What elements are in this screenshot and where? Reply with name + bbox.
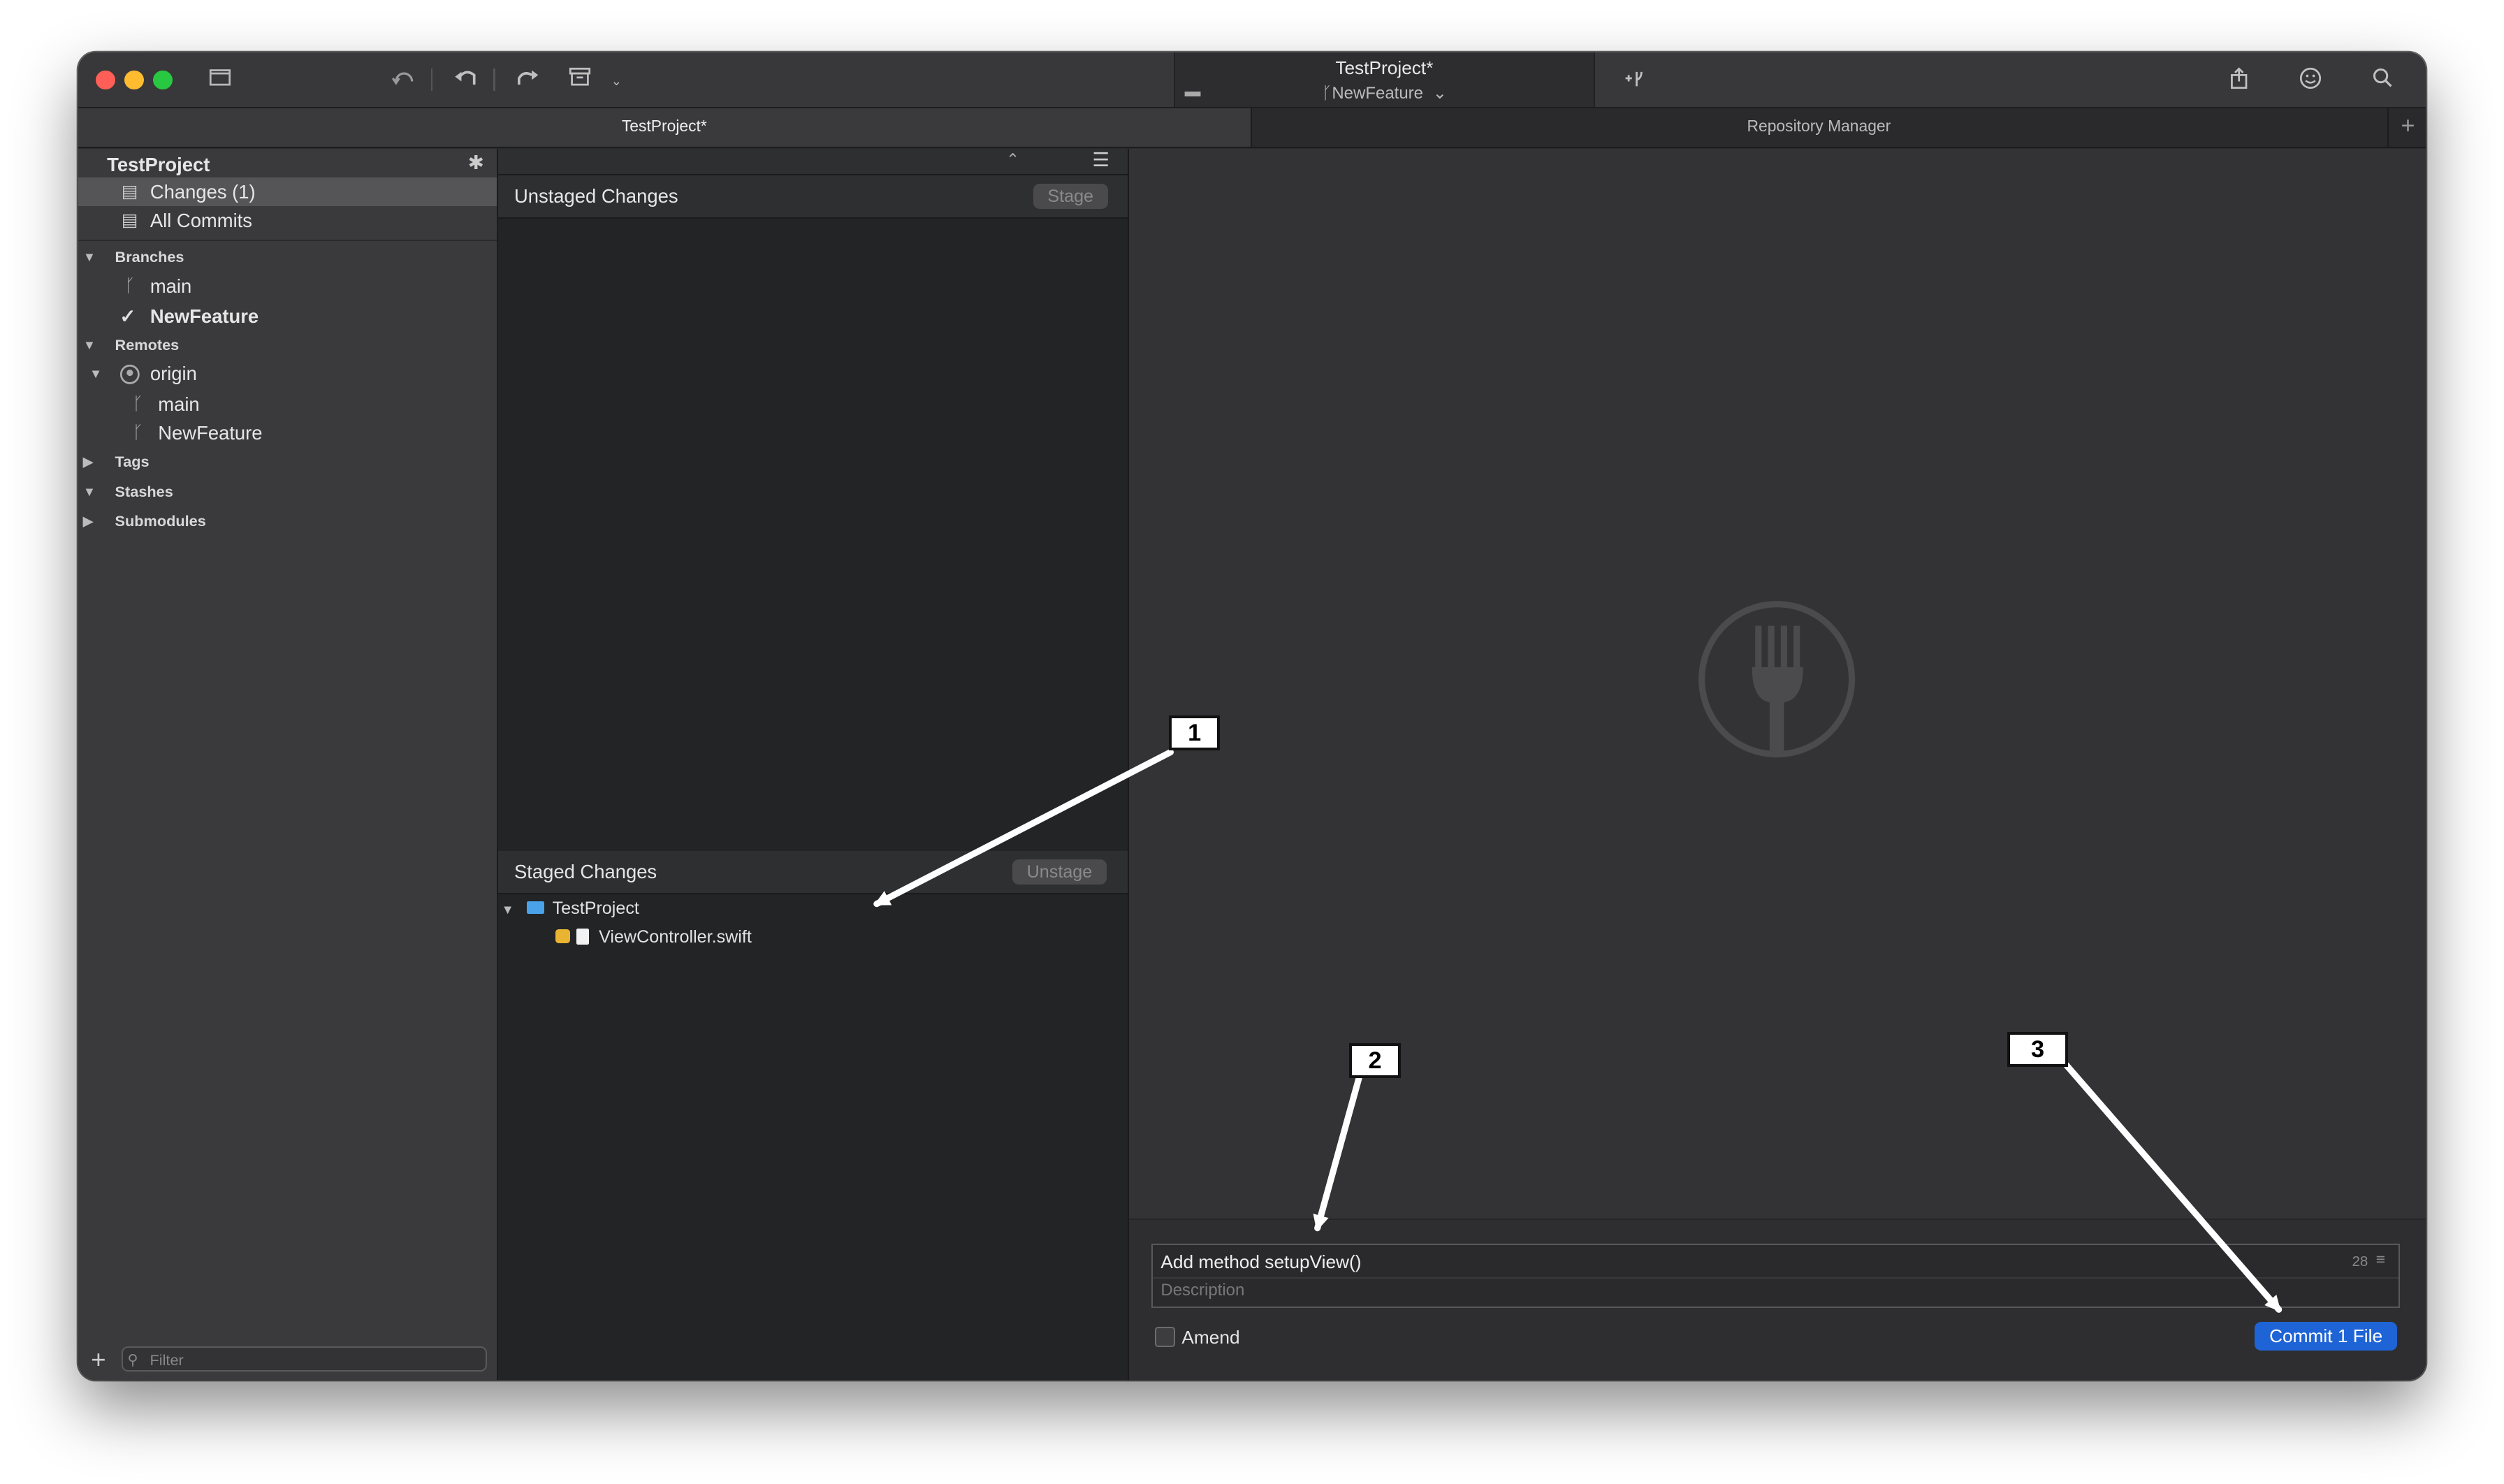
commit-area: Add method setupView() 28 ≡ Description …: [1128, 1218, 2426, 1380]
modified-badge-icon: [555, 929, 570, 944]
text-lines-icon: ≡: [2375, 1250, 2386, 1269]
tree-folder-testproject[interactable]: ▼ TestProject: [502, 894, 639, 923]
search-icon: ⚲: [127, 1351, 138, 1368]
amend-checkbox[interactable]: [1154, 1327, 1175, 1348]
collapse-up-icon[interactable]: ⌃: [1006, 150, 1019, 169]
disclosure-down-icon: ▼: [89, 366, 103, 381]
title-branch[interactable]: ᚴNewFeature ⌄: [1175, 83, 1594, 103]
stage-button[interactable]: Stage: [1033, 183, 1108, 210]
disclosure-down-icon: ▼: [501, 901, 514, 917]
section-tags[interactable]: ▶ Tags: [78, 447, 497, 476]
branch-add-icon[interactable]: [1616, 62, 1651, 97]
title-bar: ⌄ ▬ TestProject* ᚴNewFeature ⌄: [78, 52, 2426, 109]
branch-icon: ᚴ: [132, 422, 143, 442]
callout-1: 1: [1169, 715, 1221, 751]
disclosure-down-icon: ▼: [82, 337, 96, 353]
chevron-down-icon[interactable]: ⌄: [599, 64, 634, 99]
disclosure-down-icon: ▼: [82, 249, 96, 265]
commit-message-box[interactable]: Add method setupView() 28 ≡ Description: [1151, 1244, 2401, 1308]
callout-3: 3: [2007, 1031, 2068, 1067]
tree-file-viewcontroller[interactable]: ViewController.swift: [555, 923, 752, 952]
disclosure-right-icon: ▶: [82, 453, 93, 469]
folder-icon: [527, 901, 545, 915]
fetch-icon[interactable]: [386, 62, 421, 97]
filter-placeholder: Filter: [150, 1351, 184, 1369]
disclosure-down-icon: ▼: [82, 484, 96, 500]
branch-icon: ᚴ: [1321, 83, 1332, 103]
staged-title: Staged Changes: [514, 860, 657, 882]
search-icon[interactable]: [2365, 62, 2400, 97]
disclosure-right-icon: ▶: [82, 513, 93, 528]
section-remotes[interactable]: ▼ Remotes: [78, 330, 497, 359]
sidebar-item-all-commits[interactable]: ▤ All Commits: [78, 206, 497, 235]
sidebar-branch-main[interactable]: ᚴ main: [78, 272, 497, 300]
repository-title[interactable]: ▬ TestProject* ᚴNewFeature ⌄: [1173, 52, 1595, 108]
sidebar: TestProject ✱ ▤ Changes (1) ▤ All Commit…: [78, 148, 498, 1380]
callout-2: 2: [1349, 1042, 1401, 1078]
branch-icon: ᚴ: [124, 275, 136, 296]
changes-toolbar: ⌃ ☰: [498, 148, 1128, 176]
sidebar-remote-origin[interactable]: ▼ origin: [78, 359, 497, 388]
github-icon: [119, 359, 140, 393]
smiley-feedback-icon[interactable]: [2293, 62, 2328, 97]
title-branch-name: NewFeature: [1332, 83, 1423, 103]
tab-bar: TestProject* Repository Manager +: [78, 108, 2426, 149]
fork-logo-icon: [1698, 600, 1856, 764]
pull-icon[interactable]: [449, 62, 483, 97]
diff-panel: Add method setupView() 28 ≡ Description …: [1128, 148, 2426, 1380]
sidebar-remote-branch-main[interactable]: ᚴ main: [78, 390, 497, 419]
unstaged-header: Unstaged Changes Stage: [498, 175, 1128, 219]
sidebar-remote-branch-newfeature[interactable]: ᚴ NewFeature: [78, 419, 497, 447]
sidebar-item-label: Changes (1): [150, 180, 256, 203]
close-window-button[interactable]: [96, 70, 115, 89]
tab-testproject[interactable]: TestProject*: [78, 108, 1252, 147]
staged-header: Staged Changes Unstage: [498, 851, 1128, 894]
character-count: 28: [2352, 1253, 2368, 1270]
sidebar-item-changes[interactable]: ▤ Changes (1): [78, 177, 497, 206]
repo-name: TestProject: [107, 153, 210, 175]
title-project-name: TestProject*: [1335, 57, 1434, 79]
add-button[interactable]: +: [91, 1345, 105, 1374]
commit-button[interactable]: Commit 1 File: [2255, 1322, 2397, 1351]
commits-icon: ▤: [121, 210, 138, 230]
zoom-window-button[interactable]: [153, 70, 173, 89]
checkmark-icon: ✓: [119, 305, 136, 327]
filter-input[interactable]: ⚲ Filter: [121, 1346, 488, 1372]
unstaged-title: Unstaged Changes: [514, 185, 678, 208]
sidebar-branch-newfeature[interactable]: ✓ NewFeature: [78, 302, 497, 330]
section-submodules[interactable]: ▶ Submodules: [78, 507, 497, 535]
swift-file-icon: [576, 928, 590, 945]
sidebar-item-label: All Commits: [150, 209, 252, 231]
chevron-down-icon: ⌄: [1432, 83, 1447, 103]
tab-repository-manager[interactable]: Repository Manager: [1252, 108, 2386, 147]
folder-icon[interactable]: [203, 62, 238, 97]
commit-summary-input[interactable]: Add method setupView(): [1160, 1251, 1361, 1273]
list-menu-icon[interactable]: ☰: [1092, 149, 1109, 171]
new-tab-button[interactable]: +: [2387, 108, 2426, 147]
changes-icon: ▤: [121, 181, 138, 201]
minimize-window-button[interactable]: [124, 70, 144, 89]
section-stashes[interactable]: ▼ Stashes: [78, 477, 497, 506]
stash-icon[interactable]: [562, 62, 597, 97]
commit-description-input[interactable]: Description: [1160, 1281, 1244, 1300]
unstage-button[interactable]: Unstage: [1012, 859, 1107, 885]
sidebar-footer: + ⚲ Filter: [78, 1340, 497, 1380]
gear-icon[interactable]: ✱: [468, 152, 484, 174]
amend-label[interactable]: Amend: [1181, 1327, 1239, 1348]
section-branches[interactable]: ▼ Branches: [78, 242, 497, 271]
share-icon[interactable]: [2221, 62, 2256, 97]
fork-app-window: ⌄ ▬ TestProject* ᚴNewFeature ⌄ TestProjec…: [78, 52, 2426, 1380]
changes-panel: ⌃ ☰ Unstaged Changes Stage Staged Change…: [498, 148, 1129, 1380]
push-icon[interactable]: [509, 62, 544, 97]
branch-icon: ᚴ: [132, 393, 143, 414]
